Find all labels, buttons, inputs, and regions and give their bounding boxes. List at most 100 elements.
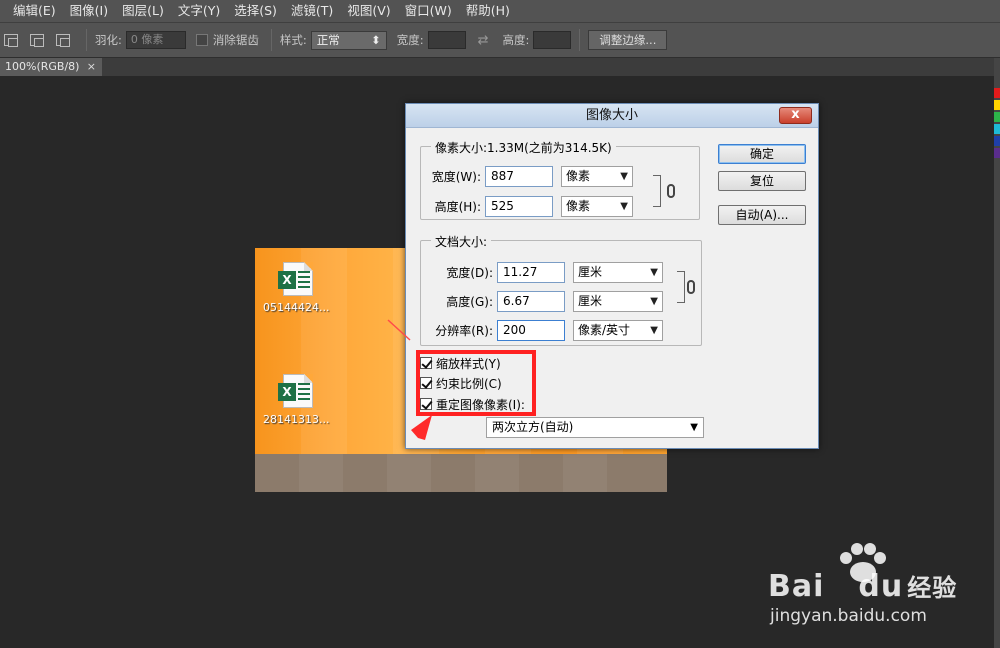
pixel-height-unit: 像素 — [566, 198, 591, 213]
taskbar-cell — [299, 454, 343, 492]
watermark-url: jingyan.baidu.com — [770, 606, 927, 626]
refine-edge-button[interactable]: 调整边缘... — [588, 30, 668, 50]
resolution-unit-select[interactable]: 像素/英寸 ▼ — [573, 319, 663, 341]
close-dialog-button[interactable]: x — [779, 107, 812, 124]
pixel-height-input[interactable]: 525 — [485, 195, 553, 217]
reset-button[interactable]: 复位 — [718, 171, 806, 191]
menu-edit[interactable]: 编辑(E) — [6, 0, 63, 22]
auto-button[interactable]: 自动(A)... — [718, 205, 806, 225]
dialog-titlebar[interactable]: 图像大小 x — [406, 104, 818, 128]
dialog-title: 图像大小 — [585, 108, 638, 123]
taskbar-cell — [387, 454, 431, 492]
menu-bar: 编辑(E) 图像(I) 图层(L) 文字(Y) 选择(S) 滤镜(T) 视图(V… — [0, 0, 1000, 22]
menu-type[interactable]: 文字(Y) — [171, 0, 227, 22]
desktop-file-icon: X 05144424... — [263, 262, 333, 314]
menu-image[interactable]: 图像(I) — [63, 0, 115, 22]
chevron-down-icon: ▼ — [620, 170, 628, 182]
swap-icon[interactable]: ⇄ — [478, 33, 489, 48]
canvas-taskbar — [255, 454, 667, 492]
resolution-unit: 像素/英寸 — [578, 322, 631, 337]
resolution-input[interactable]: 200 — [497, 319, 565, 341]
divider — [86, 29, 87, 51]
swatch-blue[interactable] — [994, 136, 1000, 146]
menu-select[interactable]: 选择(S) — [227, 0, 284, 22]
document-size-group: 文档大小: 宽度(D): 11.27 厘米 ▼ 高度(G): 6.67 厘米 ▼ 分… — [420, 233, 702, 346]
divider — [579, 29, 581, 51]
document-tab-label: 100%(RGB/8) — [5, 60, 80, 73]
style-select[interactable]: 正常 ⬍ — [310, 30, 387, 50]
chevron-down-icon: ▼ — [650, 295, 658, 307]
menu-filter[interactable]: 滤镜(T) — [284, 0, 340, 22]
watermark-brand-cn: 经验 — [907, 574, 958, 602]
chain-link-icon — [687, 280, 695, 294]
chevron-down-icon: ▼ — [650, 266, 658, 278]
doc-width-unit: 厘米 — [578, 264, 603, 279]
resample-method-value: 两次立方(自动) — [492, 420, 574, 434]
chevron-down-icon: ▼ — [690, 422, 698, 433]
document-tab-bar: 100%(RGB/8) × — [0, 58, 994, 76]
link-bracket — [653, 175, 661, 207]
swatch-cyan[interactable] — [994, 124, 1000, 134]
watermark-brand: Bai du 经验 — [768, 568, 957, 604]
swatch-purple[interactable] — [994, 148, 1000, 158]
divider — [270, 29, 272, 51]
feather-input[interactable]: 0 像素 — [125, 31, 186, 49]
photoshop-window: 编辑(E) 图像(I) 图层(L) 文字(Y) 选择(S) 滤镜(T) 视图(V… — [0, 0, 1000, 648]
chevron-down-icon: ▼ — [620, 200, 628, 212]
right-panel-dock[interactable] — [994, 58, 1000, 648]
doc-height-input[interactable]: 6.67 — [497, 290, 565, 312]
width-label: 宽度: — [396, 33, 424, 47]
doc-height-unit: 厘米 — [578, 293, 603, 308]
file-label: 05144424... — [263, 301, 330, 314]
doc-width-unit-select[interactable]: 厘米 ▼ — [573, 261, 663, 283]
document-tab[interactable]: 100%(RGB/8) × — [0, 58, 102, 76]
antialias-checkbox[interactable] — [195, 34, 208, 46]
pixel-width-input[interactable]: 887 — [485, 165, 553, 187]
excel-file-icon: X — [278, 262, 313, 296]
pixel-dimensions-legend: 像素大小:1.33M(之前为314.5K) — [431, 139, 616, 156]
width-input[interactable] — [427, 31, 466, 49]
pixel-width-label: 宽度(W): — [431, 169, 481, 184]
taskbar-cell — [563, 454, 607, 492]
height-input[interactable] — [533, 31, 572, 49]
resample-method-select[interactable]: 两次立方(自动) ▼ — [486, 417, 704, 438]
ok-button[interactable]: 确定 — [718, 144, 806, 164]
intersect-selection-icon[interactable] — [56, 34, 70, 47]
spinner-icon: ⬍ — [371, 32, 381, 47]
options-bar: 羽化: 0 像素 消除锯齿 样式: 正常 ⬍ 宽度: ⇄ 高度: 调整边缘... — [0, 22, 1000, 58]
chain-link-icon — [667, 184, 675, 198]
watermark-brand-part: Bai — [768, 569, 825, 604]
link-bracket — [677, 271, 685, 303]
file-label: 28141313... — [263, 413, 330, 426]
excel-file-icon: X — [278, 374, 313, 408]
height-label: 高度: — [502, 33, 530, 47]
doc-width-input[interactable]: 11.27 — [497, 261, 565, 283]
pixel-height-label: 高度(H): — [434, 199, 481, 214]
new-selection-icon[interactable] — [4, 34, 18, 47]
chevron-down-icon: ▼ — [650, 324, 658, 336]
menu-help[interactable]: 帮助(H) — [459, 0, 517, 22]
menu-layer[interactable]: 图层(L) — [115, 0, 171, 22]
style-value: 正常 — [316, 32, 340, 47]
menu-view[interactable]: 视图(V) — [340, 0, 397, 22]
pixel-width-unit-select[interactable]: 像素 ▼ — [561, 165, 633, 187]
taskbar-cell — [475, 454, 519, 492]
resolution-label: 分辨率(R): — [435, 323, 493, 338]
swatch-yellow[interactable] — [994, 100, 1000, 110]
pixel-height-unit-select[interactable]: 像素 ▼ — [561, 195, 633, 217]
menu-window[interactable]: 窗口(W) — [398, 0, 459, 22]
doc-height-label: 高度(G): — [446, 294, 493, 309]
watermark-brand-part2: du — [858, 569, 904, 604]
doc-width-label: 宽度(D): — [446, 265, 493, 280]
annotation-highlight-box — [416, 350, 536, 416]
swatch-green[interactable] — [994, 112, 1000, 122]
close-tab-icon[interactable]: × — [87, 58, 96, 76]
add-selection-icon[interactable] — [30, 34, 44, 47]
baidu-watermark: Bai du 经验 jingyan.baidu.com — [760, 540, 960, 630]
doc-height-unit-select[interactable]: 厘米 ▼ — [573, 290, 663, 312]
swatch-red[interactable] — [994, 88, 1000, 98]
document-size-legend: 文档大小: — [431, 233, 492, 250]
antialias-label: 消除锯齿 — [212, 33, 259, 47]
style-label: 样式: — [279, 33, 307, 47]
pixel-width-unit: 像素 — [566, 168, 591, 183]
